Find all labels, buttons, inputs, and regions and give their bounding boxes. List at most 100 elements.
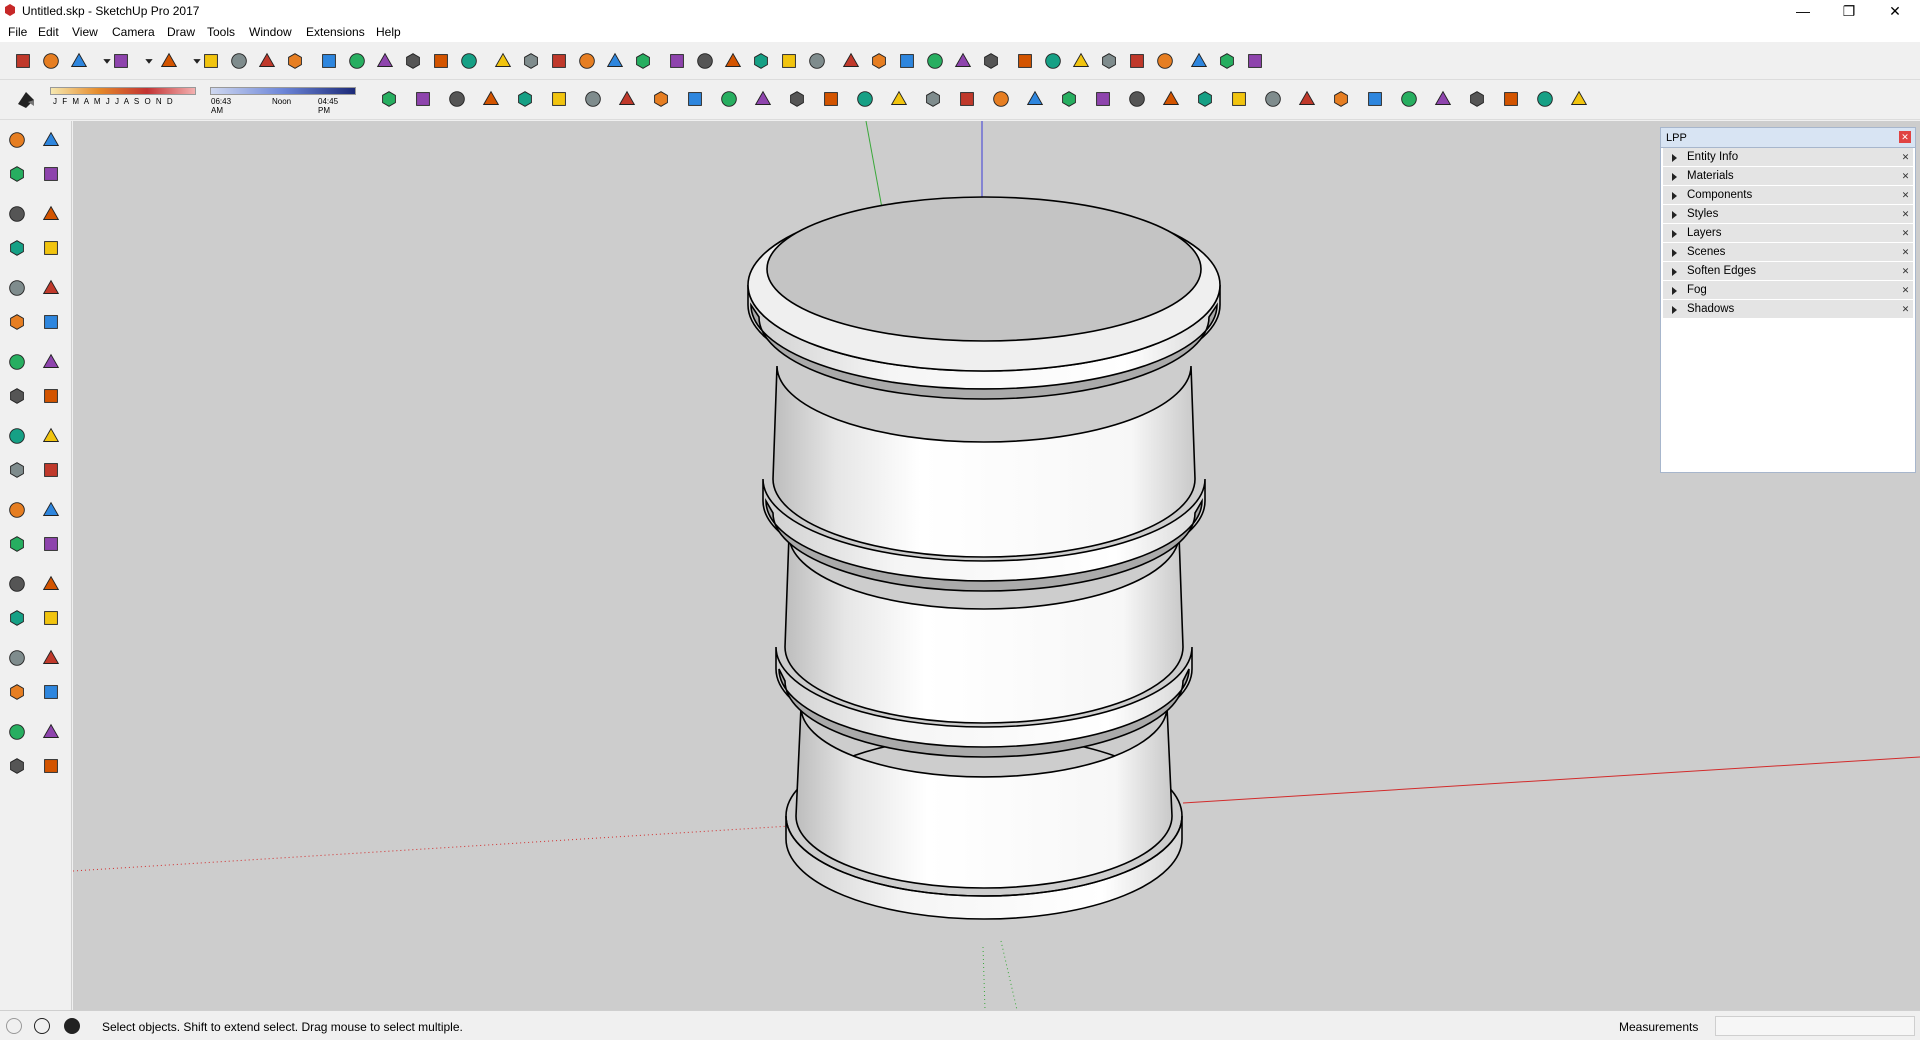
panel-close-icon[interactable]: ✕ (1900, 285, 1911, 296)
ruby-icon[interactable] (632, 50, 656, 74)
arc-icon[interactable] (6, 311, 30, 335)
three-point-arc-icon[interactable] (40, 351, 64, 375)
mono-icon[interactable] (684, 88, 708, 112)
extension-icon[interactable] (888, 88, 912, 112)
freehand-icon[interactable] (40, 203, 64, 227)
rotate-icon[interactable] (284, 50, 308, 74)
panel-entity-info[interactable]: Entity Info ✕ (1663, 148, 1913, 167)
flip-edge-icon[interactable] (1262, 88, 1286, 112)
drape-icon[interactable] (1194, 88, 1218, 112)
scale-icon[interactable] (6, 459, 30, 483)
menu-window[interactable]: Window (249, 25, 292, 39)
restore-button[interactable]: ❐ (1826, 0, 1872, 22)
redo-icon[interactable] (1058, 88, 1082, 112)
protractor-icon[interactable] (6, 533, 30, 557)
zoom-extents-icon[interactable] (6, 681, 30, 705)
walk-icon[interactable] (6, 755, 30, 779)
add-detail-icon[interactable] (1228, 88, 1252, 112)
soften-icon[interactable] (1330, 88, 1354, 112)
help-icon[interactable] (1568, 88, 1592, 112)
menu-file[interactable]: File (8, 25, 27, 39)
red-cube-icon[interactable] (840, 50, 864, 74)
3d-text-icon[interactable] (40, 573, 64, 597)
map-icon[interactable] (1188, 50, 1212, 74)
gray-cube-icon[interactable] (896, 50, 920, 74)
position-camera-icon[interactable] (1098, 50, 1122, 74)
section-plane-icon[interactable] (924, 50, 948, 74)
send-to-layout-icon[interactable] (604, 50, 628, 74)
two-point-arc-icon[interactable] (40, 311, 64, 335)
previous-view-icon[interactable] (40, 681, 64, 705)
back-edges-icon[interactable] (752, 88, 776, 112)
component-icon[interactable] (1432, 88, 1456, 112)
settings-icon[interactable] (1534, 88, 1558, 112)
component-icon[interactable] (40, 129, 64, 153)
section-cut-icon[interactable] (990, 88, 1014, 112)
panel-close-icon[interactable]: ✕ (1900, 190, 1911, 201)
panel-close-icon[interactable]: ✕ (1900, 152, 1911, 163)
select-icon[interactable] (6, 129, 30, 153)
time-slider[interactable] (210, 87, 356, 95)
section-plane-icon[interactable] (40, 755, 64, 779)
blue-cube-icon[interactable] (868, 50, 892, 74)
trim-icon[interactable] (806, 50, 830, 74)
rotate-icon[interactable] (6, 425, 30, 449)
position-camera-icon[interactable] (6, 721, 30, 745)
subtract-icon[interactable] (778, 50, 802, 74)
solid-tools-icon[interactable] (1296, 88, 1320, 112)
wireframe-icon[interactable] (786, 88, 810, 112)
panel-soften-edges[interactable]: Soften Edges ✕ (1663, 262, 1913, 281)
tray-close-icon[interactable]: ✕ (1899, 131, 1911, 143)
offset-icon[interactable] (40, 459, 64, 483)
intersect-icon[interactable] (722, 50, 746, 74)
panel-close-icon[interactable]: ✕ (1900, 266, 1911, 277)
barrel-model[interactable] (747, 196, 1221, 920)
back-view-icon[interactable] (514, 88, 538, 112)
sandbox-icon[interactable] (1092, 88, 1116, 112)
measurements-input[interactable] (1715, 1016, 1915, 1036)
xray-icon[interactable] (718, 88, 742, 112)
orbit-icon[interactable] (6, 607, 30, 631)
polygon-icon[interactable] (40, 277, 64, 301)
profile-icon[interactable] (820, 88, 844, 112)
warehouse-icon[interactable] (548, 50, 572, 74)
panel-components[interactable]: Components ✕ (1663, 186, 1913, 205)
shadow-icon[interactable] (1364, 88, 1388, 112)
push-pull-icon[interactable] (40, 385, 64, 409)
select-icon[interactable] (12, 50, 36, 74)
axes-icon[interactable] (6, 573, 30, 597)
power-icon[interactable] (952, 50, 976, 74)
menu-camera[interactable]: Camera (112, 25, 155, 39)
pan-icon[interactable] (40, 607, 64, 631)
stamp-icon[interactable] (1160, 88, 1184, 112)
panel-fog[interactable]: Fog ✕ (1663, 281, 1913, 300)
eraser-icon[interactable] (40, 50, 64, 74)
circle-icon[interactable] (6, 277, 30, 301)
iso-view-icon[interactable] (378, 88, 402, 112)
panel-scenes[interactable]: Scenes ✕ (1663, 243, 1913, 262)
paint-icon[interactable] (1042, 50, 1066, 74)
rotated-rectangle-icon[interactable] (40, 237, 64, 261)
shaded-icon[interactable] (616, 88, 640, 112)
follow-me-icon[interactable] (228, 50, 252, 74)
look-around-icon[interactable] (1154, 50, 1178, 74)
pie-icon[interactable] (6, 351, 30, 375)
zoom-icon[interactable] (492, 50, 516, 74)
follow-me-icon[interactable] (40, 425, 64, 449)
extension-warehouse-icon[interactable] (576, 50, 600, 74)
panel-materials[interactable]: Materials ✕ (1663, 167, 1913, 186)
union-icon[interactable] (750, 50, 774, 74)
credits-icon[interactable] (34, 1018, 50, 1034)
panel-close-icon[interactable]: ✕ (1900, 209, 1911, 220)
sun-icon[interactable] (980, 50, 1004, 74)
menu-edit[interactable]: Edit (38, 25, 59, 39)
download-icon[interactable] (1244, 50, 1268, 74)
outer-shell-icon[interactable] (694, 50, 718, 74)
3d-viewport[interactable] (73, 121, 1920, 1010)
geo-icon[interactable] (1500, 88, 1524, 112)
circle-icon[interactable] (158, 50, 182, 74)
orbit-icon[interactable] (430, 50, 454, 74)
panel-close-icon[interactable]: ✕ (1900, 304, 1911, 315)
pan-icon[interactable] (458, 50, 482, 74)
menu-extensions[interactable]: Extensions (306, 25, 365, 39)
